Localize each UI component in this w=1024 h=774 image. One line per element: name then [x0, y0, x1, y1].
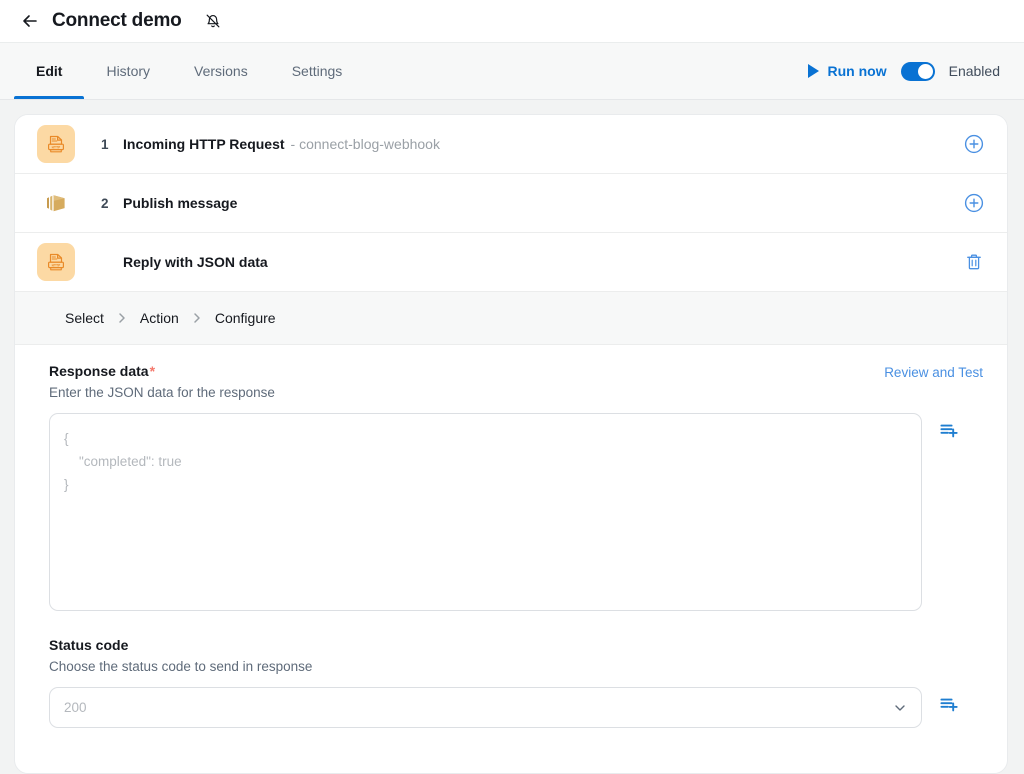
- step-number: 2: [101, 196, 115, 211]
- required-marker: *: [150, 363, 155, 379]
- play-icon: [808, 64, 819, 78]
- breadcrumb: Select Action Configure: [15, 292, 1007, 345]
- run-now-button[interactable]: Run now: [808, 63, 887, 79]
- http-request-icon: HTTP: [37, 243, 75, 281]
- run-now-label: Run now: [828, 63, 887, 79]
- table-row[interactable]: HTTP Reply with JSON data: [15, 233, 1007, 292]
- page-title: Connect demo: [52, 10, 182, 32]
- enabled-toggle-label: Enabled: [949, 63, 1000, 79]
- chevron-right-icon: [117, 312, 127, 324]
- step-subtitle: - connect-blog-webhook: [291, 136, 440, 152]
- tab-bar-actions: Run now Enabled: [808, 43, 1009, 99]
- response-data-label-text: Response data: [49, 363, 149, 379]
- response-data-help: Enter the JSON data for the response: [49, 385, 987, 400]
- status-code-label: Status code: [49, 637, 987, 653]
- svg-text:HTTP: HTTP: [52, 263, 61, 267]
- tab-edit-label: Edit: [36, 63, 62, 79]
- toggle-knob: [918, 64, 933, 79]
- enabled-toggle[interactable]: [901, 62, 935, 81]
- response-data-label: Response data *: [49, 363, 987, 379]
- response-data-row: { "completed": true }: [49, 413, 987, 611]
- plus-circle-icon[interactable]: [961, 190, 987, 216]
- response-data-input[interactable]: { "completed": true }: [49, 413, 922, 611]
- insert-variable-icon[interactable]: [936, 692, 962, 718]
- page-body: HTTP 1 Incoming HTTP Request - connect-b…: [0, 100, 1024, 774]
- svg-text:HTTP: HTTP: [52, 145, 61, 149]
- tab-settings[interactable]: Settings: [270, 43, 365, 99]
- status-code-value: 200: [64, 700, 87, 715]
- trash-icon[interactable]: [961, 249, 987, 275]
- review-and-test-link[interactable]: Review and Test: [884, 365, 983, 380]
- tab-settings-label: Settings: [292, 63, 343, 79]
- tab-bar: Edit History Versions Settings Run now E…: [0, 42, 1024, 100]
- breadcrumb-item-select[interactable]: Select: [65, 310, 104, 326]
- back-arrow-icon[interactable]: [18, 9, 42, 33]
- app-header: Connect demo: [0, 0, 1024, 42]
- status-code-select[interactable]: 200: [49, 687, 922, 728]
- configure-form: Review and Test Response data * Enter th…: [15, 345, 1007, 728]
- chevron-right-icon: [192, 312, 202, 324]
- tab-list: Edit History Versions Settings: [14, 43, 364, 99]
- http-request-icon: HTTP: [37, 125, 75, 163]
- insert-variable-icon[interactable]: [936, 418, 962, 444]
- status-code-row: 200: [49, 687, 987, 728]
- table-row[interactable]: HTTP 1 Incoming HTTP Request - connect-b…: [15, 115, 1007, 174]
- breadcrumb-item-action[interactable]: Action: [140, 310, 179, 326]
- flow-card: HTTP 1 Incoming HTTP Request - connect-b…: [14, 114, 1008, 774]
- chevron-down-icon: [893, 701, 907, 715]
- tab-edit[interactable]: Edit: [14, 43, 84, 99]
- step-number: 1: [101, 137, 115, 152]
- plus-circle-icon[interactable]: [961, 131, 987, 157]
- aws-sns-package-icon: [37, 184, 75, 222]
- step-title: Incoming HTTP Request: [123, 136, 285, 152]
- tab-versions[interactable]: Versions: [172, 43, 270, 99]
- tab-history[interactable]: History: [84, 43, 172, 99]
- table-row[interactable]: 2 Publish message: [15, 174, 1007, 233]
- breadcrumb-item-configure[interactable]: Configure: [215, 310, 276, 326]
- tab-history-label: History: [106, 63, 150, 79]
- status-code-label-text: Status code: [49, 637, 128, 653]
- step-title: Publish message: [123, 195, 237, 211]
- status-code-help: Choose the status code to send in respon…: [49, 659, 987, 674]
- bell-off-icon[interactable]: [202, 10, 224, 32]
- tab-versions-label: Versions: [194, 63, 248, 79]
- step-title: Reply with JSON data: [123, 254, 268, 270]
